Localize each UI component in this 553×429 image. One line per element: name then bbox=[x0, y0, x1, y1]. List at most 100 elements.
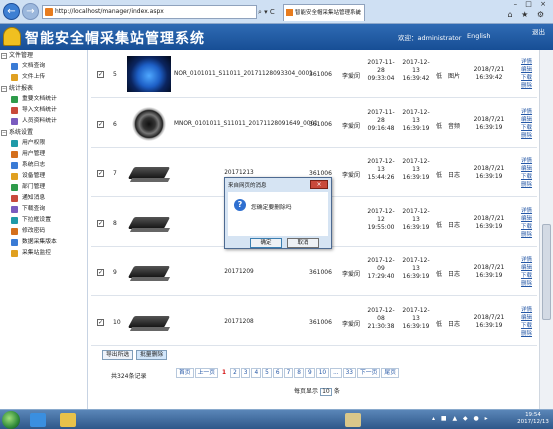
window-controls[interactable]: – □ × bbox=[514, 0, 549, 8]
delete-link[interactable]: 删除 bbox=[521, 330, 539, 338]
pager-link[interactable]: 1 bbox=[219, 368, 230, 378]
row-checkbox[interactable]: ✓ bbox=[97, 170, 104, 177]
back-button[interactable]: ← bbox=[3, 3, 20, 20]
row-checkbox[interactable]: ✓ bbox=[97, 121, 104, 128]
pager-link[interactable]: 7 bbox=[283, 368, 294, 378]
delete-link[interactable]: 删除 bbox=[521, 82, 539, 90]
file-thumbnail[interactable] bbox=[127, 304, 171, 340]
exit-link[interactable]: 退出 bbox=[532, 26, 545, 36]
download-link[interactable]: 下载 bbox=[521, 223, 539, 231]
browser-toolbar-icons[interactable]: ⌂ ★ ⚙ bbox=[507, 10, 547, 19]
dialog-cancel-button[interactable]: 取消 bbox=[287, 238, 319, 248]
dialog-ok-button[interactable]: 确定 bbox=[250, 238, 282, 248]
sidebar-group-title[interactable]: − 系统设置 bbox=[0, 128, 87, 138]
download-link[interactable]: 下载 bbox=[521, 124, 539, 132]
download-link[interactable]: 下载 bbox=[521, 322, 539, 330]
sidebar-item[interactable]: 用户管理 bbox=[0, 149, 87, 160]
row-checkbox[interactable]: ✓ bbox=[97, 71, 104, 78]
sidebar-item[interactable]: 导入文档统计 bbox=[0, 105, 87, 116]
download-link[interactable]: 下载 bbox=[521, 74, 539, 82]
pager-link[interactable]: 尾页 bbox=[381, 368, 400, 378]
pager-link[interactable]: 10 bbox=[315, 368, 330, 378]
edit-link[interactable]: 编辑 bbox=[521, 215, 539, 223]
pager-link[interactable]: 3 bbox=[240, 368, 251, 378]
edit-link[interactable]: 编辑 bbox=[521, 116, 539, 124]
sidebar-item[interactable]: 部门管理 bbox=[0, 182, 87, 193]
row-checkbox[interactable]: ✓ bbox=[97, 319, 104, 326]
file-thumbnail[interactable] bbox=[127, 56, 171, 92]
download-link[interactable]: 下载 bbox=[521, 272, 539, 280]
browser-tab[interactable]: 智能安全帽采集站管理系统 × bbox=[283, 4, 365, 21]
sidebar-item[interactable]: 系统日志 bbox=[0, 160, 87, 171]
sidebar-item[interactable]: 修改密码 bbox=[0, 226, 87, 237]
menu-item-icon bbox=[11, 151, 18, 158]
system-tray-icons[interactable]: ▴ ■ ▲ ◆ ● ▸ bbox=[432, 415, 490, 422]
delete-link[interactable]: 删除 bbox=[521, 132, 539, 140]
edit-link[interactable]: 编辑 bbox=[521, 165, 539, 173]
address-bar[interactable]: http://localhost/manager/index.aspx bbox=[42, 5, 257, 19]
dialog-close-button[interactable]: × bbox=[310, 180, 328, 189]
forward-button[interactable]: → bbox=[22, 3, 39, 20]
sidebar-item[interactable]: 用户权限 bbox=[0, 138, 87, 149]
sidebar-item[interactable]: 文档查询 bbox=[0, 61, 87, 72]
delete-link[interactable]: 删除 bbox=[521, 231, 539, 239]
sidebar-item[interactable]: 设备管理 bbox=[0, 171, 87, 182]
delete-link[interactable]: 删除 bbox=[521, 181, 539, 189]
details-link[interactable]: 详情 bbox=[521, 58, 539, 66]
row-checkbox[interactable]: ✓ bbox=[97, 220, 104, 227]
pager-link[interactable]: 下一页 bbox=[357, 368, 381, 378]
browser-task-icon[interactable] bbox=[30, 413, 46, 427]
row-checkbox[interactable]: ✓ bbox=[97, 269, 104, 276]
page-size-input[interactable]: 10 bbox=[319, 387, 332, 396]
details-link[interactable]: 详情 bbox=[521, 306, 539, 314]
address-tools[interactable]: ⌕ ▾ C bbox=[258, 5, 282, 19]
pager-link[interactable]: 9 bbox=[304, 368, 315, 378]
pager-link[interactable]: 上一页 bbox=[194, 368, 219, 378]
pager-link[interactable]: 6 bbox=[272, 368, 283, 378]
pager-link[interactable]: 首页 bbox=[176, 368, 194, 378]
collapse-icon[interactable]: − bbox=[1, 130, 7, 136]
pager-link[interactable]: 2 bbox=[230, 368, 240, 378]
edit-link[interactable]: 编辑 bbox=[521, 264, 539, 272]
file-thumbnail[interactable] bbox=[127, 106, 171, 142]
sidebar-item[interactable]: 数据采集版本 bbox=[0, 237, 87, 248]
sidebar-group-title[interactable]: − 统计报表 bbox=[0, 84, 87, 94]
language-link[interactable]: English bbox=[467, 32, 490, 40]
export-selected-button[interactable]: 导出所选 bbox=[102, 350, 134, 360]
pager-link[interactable]: 8 bbox=[294, 368, 304, 378]
sidebar-item[interactable]: 采集站监控 bbox=[0, 248, 87, 259]
collapse-icon[interactable]: − bbox=[1, 86, 7, 92]
download-link[interactable]: 下载 bbox=[521, 173, 539, 181]
file-thumbnail[interactable] bbox=[127, 155, 171, 191]
pager-link[interactable]: ... bbox=[330, 368, 342, 378]
file-thumbnail[interactable] bbox=[127, 254, 171, 290]
details-link[interactable]: 详情 bbox=[521, 256, 539, 264]
file-thumbnail[interactable] bbox=[127, 205, 171, 241]
details-link[interactable]: 详情 bbox=[521, 108, 539, 116]
bulk-delete-button[interactable]: 批量删除 bbox=[136, 350, 168, 360]
folder-task-icon[interactable] bbox=[60, 413, 76, 427]
pager-link[interactable]: 5 bbox=[262, 368, 272, 378]
sidebar-group-title[interactable]: − 文件管理 bbox=[0, 51, 87, 61]
sidebar-item[interactable]: 重要文档统计 bbox=[0, 94, 87, 105]
tab-close-icon[interactable]: × bbox=[355, 5, 361, 21]
sidebar-item[interactable]: 人员资料统计 bbox=[0, 116, 87, 127]
edit-link[interactable]: 编辑 bbox=[521, 314, 539, 322]
sidebar-item[interactable]: 文件上传 bbox=[0, 72, 87, 83]
details-link[interactable]: 详情 bbox=[521, 207, 539, 215]
collapse-icon[interactable]: − bbox=[1, 53, 7, 59]
delete-link[interactable]: 删除 bbox=[521, 280, 539, 288]
start-button[interactable] bbox=[2, 411, 20, 429]
details-link[interactable]: 详情 bbox=[521, 157, 539, 165]
sidebar-item[interactable]: 通知消息 bbox=[0, 193, 87, 204]
pager-link[interactable]: 4 bbox=[251, 368, 262, 378]
edit-link[interactable]: 编辑 bbox=[521, 66, 539, 74]
app-task-icon[interactable] bbox=[345, 413, 361, 427]
sidebar-item[interactable]: 下拉框设置 bbox=[0, 215, 87, 226]
scrollbar-thumb[interactable] bbox=[542, 224, 551, 320]
pager-link[interactable]: 33 bbox=[342, 368, 356, 378]
user-name: 李爱闵 bbox=[342, 271, 361, 278]
upload-time-line: 16:39:19 bbox=[402, 273, 430, 280]
sidebar-item[interactable]: 下载查询 bbox=[0, 204, 87, 215]
vertical-scrollbar[interactable] bbox=[539, 50, 553, 409]
